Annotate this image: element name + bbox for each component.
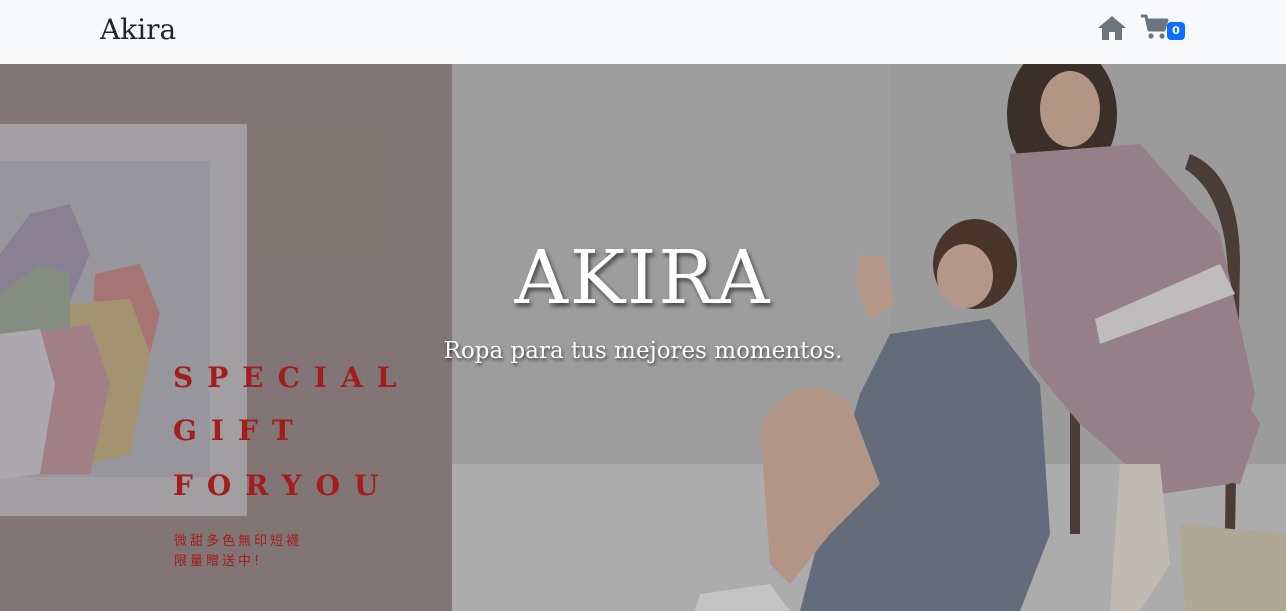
shopping-cart-icon [1141, 14, 1169, 39]
promo-line-special: SPECIAL [173, 361, 411, 394]
navbar: Akira 0 [0, 0, 1286, 64]
promo-cjk-line-1: 微甜多色無印短襪 [174, 534, 303, 549]
promo-cjk-line-2: 限量贈送中! [174, 554, 263, 569]
brand-logo[interactable]: Akira [100, 12, 176, 48]
home-link[interactable] [1097, 15, 1129, 43]
cart-link[interactable]: 0 [1141, 14, 1195, 44]
cart-count-badge: 0 [1167, 22, 1185, 40]
promo-line-foryou: FORYOU [173, 469, 393, 502]
promo-line-gift: GIFT [173, 414, 307, 447]
hero-title: AKIRA [514, 235, 772, 321]
hero-banner: SPECIAL GIFT FORYOU 微甜多色無印短襪 限量贈送中! AKIR… [0, 64, 1286, 611]
hero-subtitle: Ropa para tus mejores momentos. [443, 338, 843, 364]
home-icon [1098, 16, 1126, 40]
